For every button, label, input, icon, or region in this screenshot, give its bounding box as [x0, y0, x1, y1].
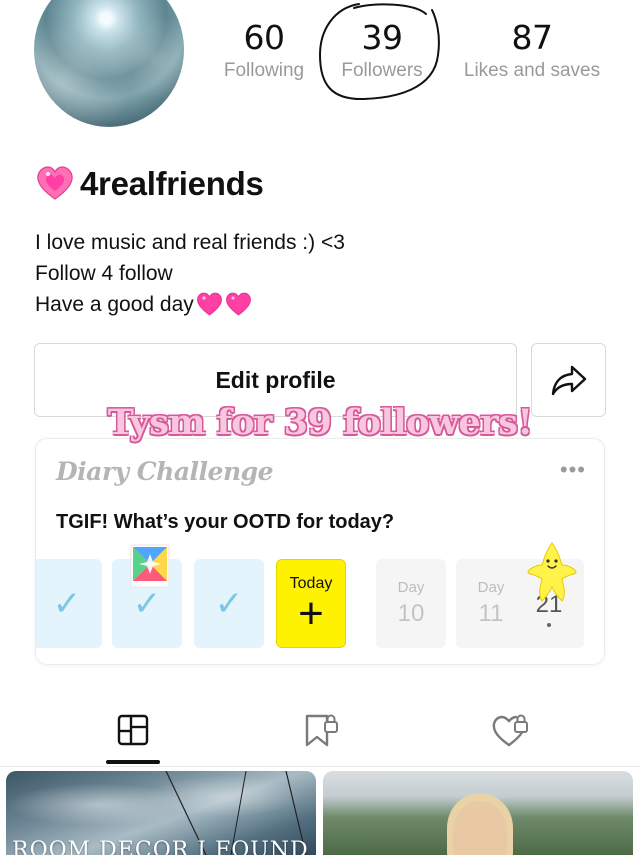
day-tile-upcoming: Day 10 — [376, 559, 446, 648]
username: 4realfriends — [80, 165, 264, 202]
post-caption: ROOM DECOR I FOUND ON — [12, 838, 316, 855]
challenge-prompt: TGIF! What’s your OOTD for today? — [56, 511, 395, 533]
day-tile-today[interactable]: Today + — [276, 559, 346, 648]
person-face — [453, 801, 507, 855]
photo-sticker-icon — [130, 544, 170, 588]
day-label: Day — [397, 579, 425, 596]
checkmark-icon: ✓ — [214, 584, 244, 623]
bio-line: I love music and real friends :) <3 — [35, 231, 345, 254]
bio-line: Follow 4 follow — [35, 262, 173, 285]
tab-notes[interactable] — [108, 710, 158, 750]
bio-line-text: Have a good day — [35, 293, 194, 316]
likes-stat[interactable]: 87 Likes and saves — [452, 18, 612, 82]
profile-bio: I love music and real friends :) <3 Foll… — [35, 227, 345, 320]
profile-tabs — [0, 700, 640, 766]
share-button[interactable] — [531, 343, 606, 417]
tab-likes[interactable] — [486, 710, 536, 750]
sparkling-heart-icon — [37, 166, 73, 200]
following-label: Following — [223, 60, 305, 81]
star-mascot-icon — [527, 542, 577, 602]
tab-collects[interactable] — [296, 710, 346, 750]
diary-challenge-logo: Diary Challenge — [56, 457, 274, 486]
bookmark-lock-icon — [305, 714, 338, 747]
share-arrow-icon — [551, 365, 586, 396]
likes-count: 87 — [511, 18, 554, 57]
followers-stat[interactable]: 39 Followers — [330, 18, 434, 82]
day-number: 10 — [397, 600, 425, 627]
active-tab-indicator — [106, 760, 160, 764]
followers-count: 39 — [361, 18, 404, 57]
followers-label: Followers — [341, 60, 423, 81]
dot-indicator — [547, 622, 551, 627]
post-card[interactable]: ROOM DECOR I FOUND ON — [6, 771, 316, 855]
day-number: 11 — [478, 600, 504, 627]
more-options-icon[interactable]: ••• — [560, 459, 586, 481]
heart-lock-icon — [492, 714, 528, 747]
day-tile-completed[interactable]: ✓ — [36, 559, 102, 648]
bio-line: Have a good day — [35, 289, 345, 320]
checkmark-icon: ✓ — [52, 584, 82, 623]
grid-layout-icon — [117, 714, 149, 746]
day-label: Day — [477, 579, 505, 596]
diary-challenge-card[interactable]: Diary Challenge ••• TGIF! What’s your OO… — [35, 438, 605, 665]
following-stat[interactable]: 60 Following — [212, 18, 316, 82]
username-row: 4realfriends — [36, 165, 264, 203]
following-count: 60 — [243, 18, 286, 57]
likes-label: Likes and saves — [463, 60, 601, 81]
post-card[interactable] — [323, 771, 633, 855]
checkmark-icon: ✓ — [132, 584, 162, 623]
pink-heart-icon — [225, 292, 251, 316]
plus-icon: + — [298, 588, 324, 638]
profile-avatar[interactable] — [34, 0, 184, 127]
day-tile-completed[interactable]: ✓ — [194, 559, 264, 648]
pink-heart-icon — [196, 292, 222, 316]
divider — [0, 766, 640, 767]
edit-profile-button[interactable]: Edit profile — [34, 343, 517, 417]
